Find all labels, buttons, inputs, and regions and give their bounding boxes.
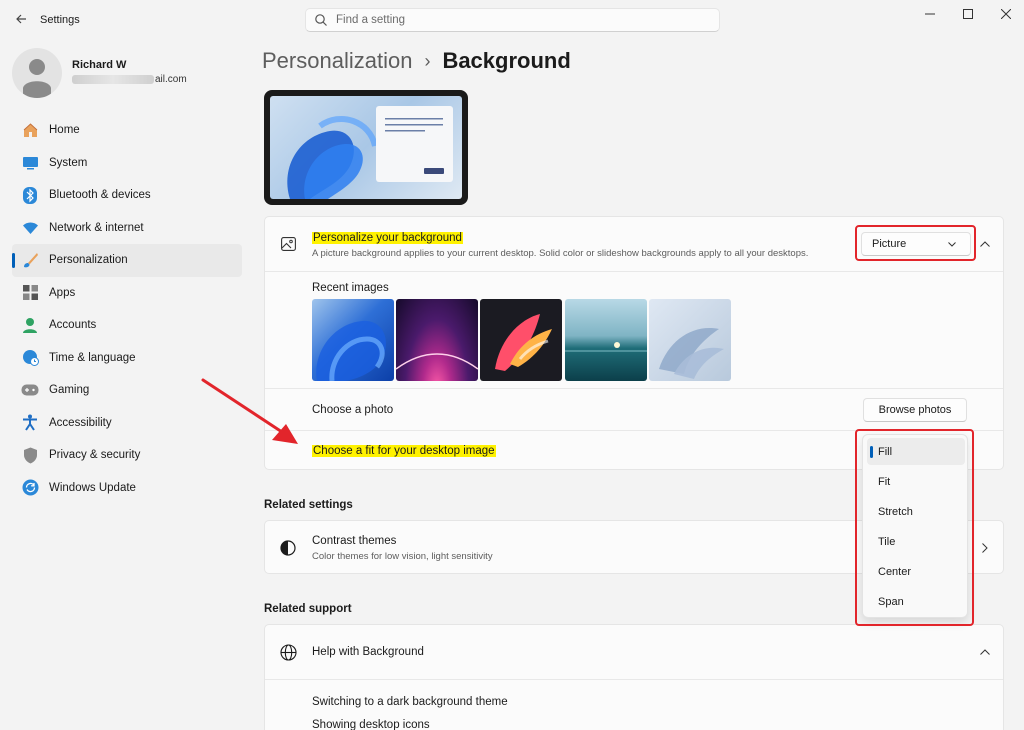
recent-image-2[interactable]: [396, 299, 478, 381]
contrast-themes-subtitle: Color themes for low vision, light sensi…: [312, 551, 493, 562]
contrast-themes-title: Contrast themes: [312, 535, 397, 547]
sidebar-item-label: Windows Update: [49, 481, 136, 494]
update-icon: [21, 479, 39, 497]
globe-clock-icon: [21, 349, 39, 367]
sidebar-item-accounts[interactable]: Accounts: [12, 309, 242, 342]
fit-label: Choose a fit for your desktop image: [312, 445, 496, 457]
globe-icon: [280, 644, 297, 661]
personalize-background-subtitle: A picture background applies to your cur…: [312, 248, 809, 259]
maximize-icon: [963, 9, 973, 19]
recent-image-4[interactable]: [565, 299, 647, 381]
gamepad-icon: [21, 381, 39, 399]
sidebar-item-label: Privacy & security: [49, 449, 141, 462]
close-icon: [1001, 9, 1011, 19]
maximize-button[interactable]: [950, 0, 986, 28]
home-icon: [21, 121, 39, 139]
sidebar-item-label: Accounts: [49, 319, 97, 332]
apps-icon: [21, 284, 39, 302]
sidebar-item-network[interactable]: Network & internet: [12, 212, 242, 245]
browse-photos-button[interactable]: Browse photos: [863, 398, 967, 422]
sidebar-item-system[interactable]: System: [12, 147, 242, 180]
shield-icon: [21, 446, 39, 464]
app-title: Settings: [40, 14, 80, 26]
sidebar-item-time-language[interactable]: Time & language: [12, 342, 242, 375]
brush-icon: [21, 251, 39, 269]
search-icon: [315, 14, 327, 26]
chevron-right-icon: [982, 543, 988, 553]
sidebar-item-label: Apps: [49, 286, 76, 299]
preview-wallpaper: [270, 96, 462, 199]
sidebar-item-label: Accessibility: [49, 416, 112, 429]
related-settings-heading: Related settings: [264, 499, 353, 511]
title-bar: Settings: [0, 0, 1024, 40]
back-arrow-icon: [16, 14, 26, 24]
accessibility-icon: [21, 414, 39, 432]
sidebar-item-label: Personalization: [49, 254, 128, 267]
help-link-desktop-icons[interactable]: Showing desktop icons: [312, 719, 430, 730]
breadcrumb-separator-icon: ›: [424, 50, 431, 71]
recent-image-1[interactable]: [312, 299, 394, 381]
preview-window: [376, 106, 453, 182]
redacted-email-blur: [72, 74, 154, 84]
search-input[interactable]: [336, 12, 706, 28]
recent-image-3[interactable]: [480, 299, 562, 381]
minimize-button[interactable]: [912, 0, 948, 28]
sidebar-item-home[interactable]: Home: [12, 114, 242, 147]
divider: [265, 679, 1003, 680]
sidebar-item-label: Bluetooth & devices: [49, 189, 151, 202]
desktop-preview: [264, 90, 468, 205]
annotation-box-picture-dropdown: [855, 225, 976, 261]
close-button[interactable]: [988, 0, 1024, 28]
divider: [265, 271, 1003, 272]
chevron-up-icon[interactable]: [980, 241, 990, 247]
avatar[interactable]: [12, 48, 62, 98]
sidebar-item-windows-update[interactable]: Windows Update: [12, 472, 242, 505]
recent-image-5[interactable]: [649, 299, 731, 381]
chevron-up-icon[interactable]: [980, 649, 990, 655]
sidebar-item-label: Network & internet: [49, 221, 144, 234]
accounts-icon: [21, 316, 39, 334]
help-background-title[interactable]: Help with Background: [312, 646, 424, 658]
contrast-icon: [280, 540, 296, 556]
sidebar-item-label: Home: [49, 124, 80, 137]
minimize-icon: [925, 13, 935, 15]
breadcrumb: Personalization › Background: [262, 46, 571, 76]
help-background-card: Help with Background Switching to a dark…: [264, 624, 1004, 730]
sidebar-item-label: Time & language: [49, 351, 136, 364]
divider: [265, 388, 1003, 389]
bluetooth-icon: [21, 186, 39, 204]
user-name: Richard W: [72, 59, 127, 71]
annotation-arrow-icon: [201, 378, 298, 444]
back-button[interactable]: [8, 6, 34, 32]
user-profile: Richard W ail.com: [12, 44, 242, 104]
page-title: Background: [442, 48, 571, 73]
sidebar-item-personalization[interactable]: Personalization: [12, 244, 242, 277]
recent-images-label: Recent images: [312, 282, 389, 294]
sidebar-item-label: System: [49, 156, 88, 169]
network-icon: [21, 219, 39, 237]
system-icon: [21, 154, 39, 172]
breadcrumb-parent[interactable]: Personalization: [262, 48, 412, 74]
search-box[interactable]: [305, 8, 720, 32]
personalize-background-title: Personalize your background: [312, 232, 463, 244]
choose-photo-label: Choose a photo: [312, 404, 394, 416]
sidebar-item-label: Gaming: [49, 384, 90, 397]
person-icon: [23, 59, 51, 98]
sidebar-item-bluetooth[interactable]: Bluetooth & devices: [12, 179, 242, 212]
related-support-heading: Related support: [264, 603, 352, 615]
sidebar-item-apps[interactable]: Apps: [12, 277, 242, 310]
annotation-box-fit-menu: [855, 429, 974, 626]
picture-icon: [281, 237, 296, 251]
help-link-dark-theme[interactable]: Switching to a dark background theme: [312, 696, 508, 708]
user-email: ail.com: [72, 74, 187, 85]
